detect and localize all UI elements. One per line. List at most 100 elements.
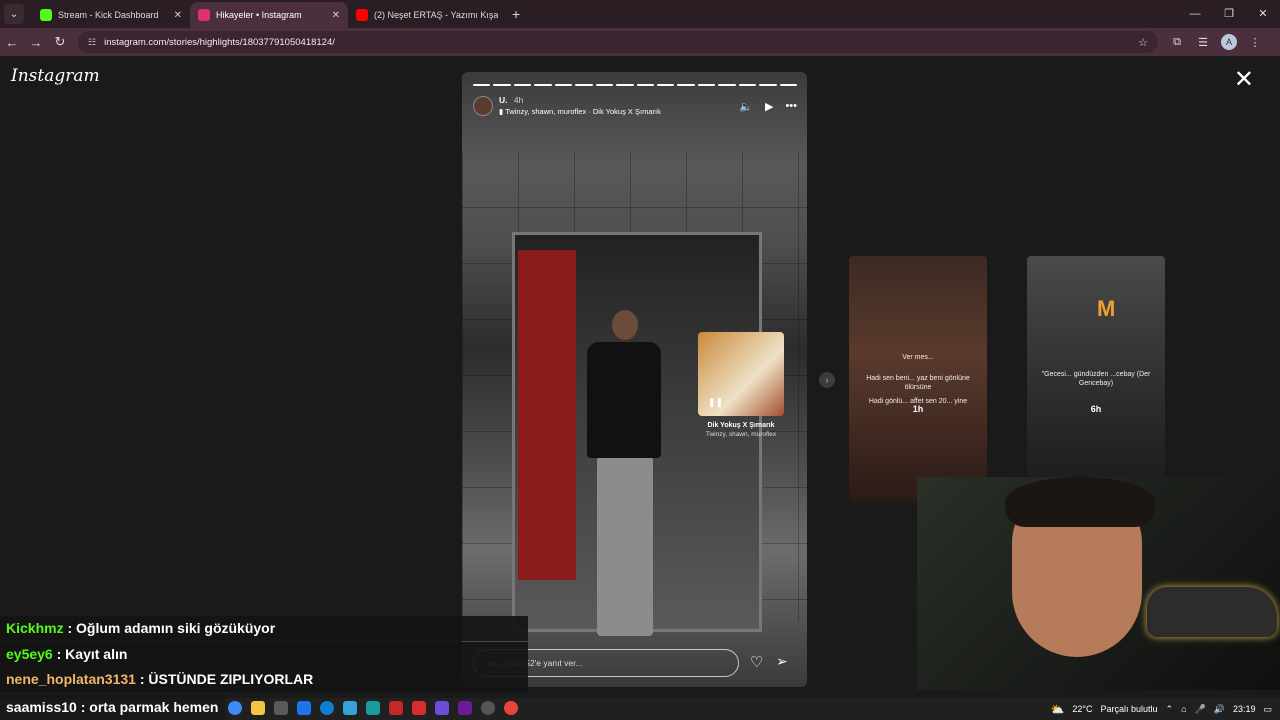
story-viewer[interactable]: U. 4h ▮ Twinzy, shawn, muroflex · Dik Yo…	[462, 72, 807, 687]
tab-title: (2) Neşet ERTAŞ - Yazımı Kışa Ç	[374, 10, 498, 20]
profile-avatar[interactable]: A	[1221, 34, 1237, 50]
tab-title: Hikayeler • Instagram	[216, 10, 302, 20]
obs-icon[interactable]	[481, 701, 495, 715]
volume-icon[interactable]: 🔈	[739, 100, 753, 113]
story-progress	[473, 84, 797, 86]
kick-favicon-icon	[40, 9, 52, 21]
story-controls: 🔈 ▶ •••	[739, 100, 797, 113]
chrome-icon[interactable]	[228, 701, 242, 715]
story-song-label: Twinzy, shawn, muroflex · Dik Yokuş X Şı…	[505, 107, 661, 116]
chat-text: Kayıt alın	[65, 646, 128, 662]
chat-username: saamiss10	[6, 699, 77, 715]
tab-close-icon[interactable]: ✕	[332, 10, 340, 21]
taskbar-apps	[228, 701, 518, 715]
chat-message: nene_hoplatan3131 : ÜSTÜNDE ZIPLIYORLAR	[0, 667, 528, 692]
back-icon[interactable]: ←	[0, 35, 24, 50]
send-icon[interactable]: ➢	[776, 653, 788, 670]
preview-text-top: Ver mes...	[902, 354, 934, 361]
store-icon[interactable]	[343, 701, 357, 715]
youtube-favicon-icon	[356, 9, 368, 21]
preview-age: 6h	[1090, 404, 1102, 414]
forward-icon[interactable]: →	[24, 35, 48, 50]
reading-list-icon[interactable]: ☰	[1190, 36, 1216, 49]
chat-message: ey5ey6 : Kayıt alın	[0, 642, 528, 667]
story-avatar[interactable]	[473, 96, 493, 116]
minimize-icon[interactable]: —	[1178, 0, 1212, 28]
file-explorer-icon[interactable]	[251, 701, 265, 715]
story-username[interactable]: U.	[499, 95, 508, 105]
chat-text: ÜSTÜNDE ZIPLIYORLAR	[148, 671, 314, 687]
chat-username: Kickhmz	[6, 620, 64, 636]
mail-icon[interactable]	[297, 701, 311, 715]
music-sticker[interactable]: ❚❚	[698, 332, 784, 416]
person-head	[612, 310, 638, 340]
like-heart-icon[interactable]: ♡	[750, 653, 763, 671]
tab-kick-dashboard[interactable]: Stream - Kick Dashboard ✕	[32, 2, 190, 28]
menu-kebab-icon[interactable]: ⋮	[1242, 36, 1268, 49]
new-tab-button[interactable]: +	[512, 6, 520, 22]
story-preview[interactable]: Ver mes... Hadi sen beni... yaz beni gön…	[849, 256, 987, 502]
app-red-icon[interactable]	[412, 701, 426, 715]
app-icon[interactable]	[274, 701, 288, 715]
chrome-active-icon[interactable]	[504, 701, 518, 715]
speaker-icon[interactable]: 🔊	[1214, 704, 1225, 715]
pause-icon[interactable]: ❚❚	[708, 397, 723, 408]
tab-strip: ⌄ Stream - Kick Dashboard ✕ Hikayeler • …	[0, 0, 1280, 28]
person-legs	[597, 456, 653, 636]
app-purple-icon[interactable]	[435, 701, 449, 715]
window-controls: — ❐ ✕	[1178, 0, 1280, 28]
bookmark-star-icon[interactable]: ☆	[1138, 36, 1148, 49]
url-bar[interactable]: ☷ instagram.com/stories/highlights/18037…	[78, 31, 1158, 53]
story-song[interactable]: ▮ Twinzy, shawn, muroflex · Dik Yokuş X …	[499, 106, 661, 118]
close-window-icon[interactable]: ✕	[1246, 0, 1280, 28]
chat-text: orta parmak hemen	[89, 699, 219, 715]
chat-username: ey5ey6	[6, 646, 53, 662]
notification-icon[interactable]: ▭	[1263, 704, 1272, 715]
chat-message: saamiss10 : orta parmak hemen	[0, 695, 225, 720]
clock[interactable]: 23:19	[1233, 704, 1256, 714]
car-background	[1147, 587, 1277, 637]
microphone-icon[interactable]: 🎤	[1195, 704, 1206, 715]
webcam-overlay	[917, 477, 1280, 690]
preview-text: Hadi sen beni... yaz beni gönlüne ölürsü…	[866, 375, 970, 391]
story-age: 4h	[513, 95, 524, 105]
tab-search-button[interactable]: ⌄	[4, 4, 24, 24]
chevron-up-icon[interactable]: ⌃	[1166, 704, 1174, 715]
sticker-song-artist: Twinzy, shawn, muroflex	[705, 431, 777, 438]
story-header: U. 4h ▮ Twinzy, shawn, muroflex · Dik Yo…	[473, 94, 797, 118]
network-icon[interactable]: ⌂	[1181, 704, 1186, 714]
red-wall	[518, 250, 576, 580]
weather-icon[interactable]: ⛅	[1051, 703, 1065, 716]
instagram-stories-page: Instagram ✕ U. 4h ▮ Twinzy, shawn, murof…	[0, 56, 1280, 698]
story-preview[interactable]: Μ "Gecesi... gündüzden ...cebay (Der Gen…	[1027, 256, 1165, 478]
play-icon[interactable]: ▶	[765, 100, 773, 113]
more-options-icon[interactable]: •••	[785, 100, 797, 113]
edge-icon[interactable]	[320, 701, 334, 715]
instagram-logo[interactable]: Instagram	[11, 66, 100, 86]
chat-text: Oğlum adamın siki gözüküyor	[76, 620, 276, 636]
instagram-favicon-icon	[198, 9, 210, 21]
chat-message: Kickhmz : Oğlum adamın siki gözüküyor	[0, 616, 528, 641]
photoshop-icon[interactable]	[366, 701, 380, 715]
tab-instagram[interactable]: Hikayeler • Instagram ✕	[190, 2, 348, 28]
extensions-icon[interactable]: ⧉	[1164, 36, 1190, 49]
address-toolbar: ← → ↻ ☷ instagram.com/stories/highlights…	[0, 28, 1280, 56]
weather-text: Parçalı bulutlu	[1100, 704, 1158, 714]
next-story-arrow-icon[interactable]: ›	[819, 372, 835, 388]
person-body	[587, 342, 661, 458]
tab-youtube[interactable]: (2) Neşet ERTAŞ - Yazımı Kışa Ç	[348, 2, 506, 28]
reload-icon[interactable]: ↻	[48, 34, 72, 50]
story-meta: U. 4h ▮ Twinzy, shawn, muroflex · Dik Yo…	[499, 94, 661, 118]
system-tray: ⛅ 22°C Parçalı bulutlu ⌃ ⌂ 🎤 🔊 23:19 ▭	[1051, 698, 1272, 720]
tab-close-icon[interactable]: ✕	[174, 10, 182, 21]
m-logo-icon: Μ	[1097, 296, 1116, 321]
preview-age: 1h	[912, 404, 924, 414]
chat-username: nene_hoplatan3131	[6, 671, 136, 687]
restore-icon[interactable]: ❐	[1212, 0, 1246, 28]
url-text: instagram.com/stories/highlights/1803779…	[104, 36, 335, 48]
site-info-icon[interactable]: ☷	[88, 37, 96, 48]
premiere-icon[interactable]	[458, 701, 472, 715]
streamer-hair	[1005, 477, 1155, 527]
acrobat-icon[interactable]	[389, 701, 403, 715]
close-stories-icon[interactable]: ✕	[1234, 68, 1254, 92]
